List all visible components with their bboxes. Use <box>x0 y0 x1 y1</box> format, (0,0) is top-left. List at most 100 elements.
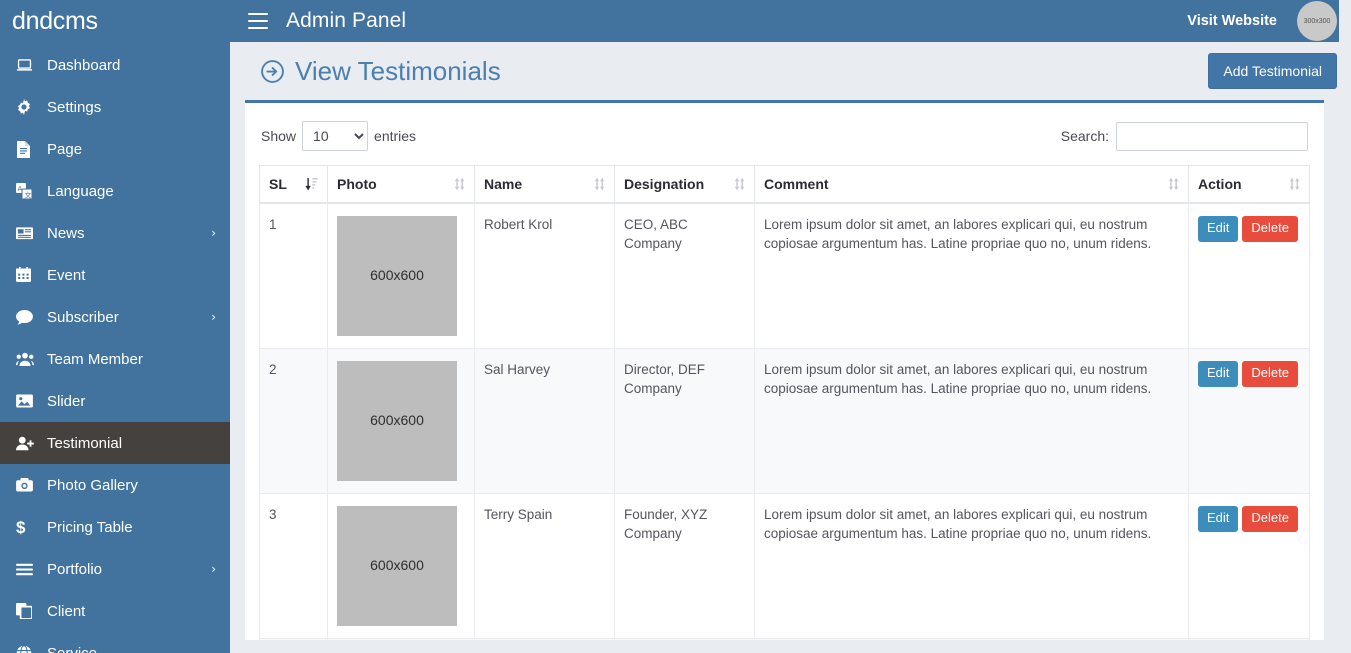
chevron-right-icon: › <box>211 562 216 576</box>
svg-text:文: 文 <box>24 190 31 199</box>
sidebar-item-settings[interactable]: Settings <box>0 86 230 128</box>
chevron-right-icon: › <box>211 310 216 324</box>
hamburger-icon[interactable] <box>248 13 268 29</box>
sidebar-item-news[interactable]: News › <box>0 212 230 254</box>
comment-icon <box>16 309 40 325</box>
table-row: 3 600x600 Terry Spain Founder, XYZ Company L… <box>259 493 1310 639</box>
cell-designation: CEO, AAA <box>614 638 755 640</box>
page-scrollbar[interactable] <box>1339 0 1351 653</box>
cell-name: Sal Harvey <box>474 348 615 494</box>
testimonials-card: Show 102550100 entries Search: <box>245 100 1324 640</box>
entries-label: Show 102550100 entries <box>261 121 416 151</box>
cell-action: EditDelete <box>1188 348 1310 494</box>
sidebar-item-event[interactable]: Event <box>0 254 230 296</box>
sidebar-item-label: News <box>47 224 85 242</box>
sidebar-item-dashboard[interactable]: Dashboard <box>0 44 230 86</box>
cell-name: Robert Krol <box>474 202 615 349</box>
column-header-designation[interactable]: Designation <box>614 165 755 204</box>
column-header-label: Name <box>484 176 523 192</box>
sort-icon[interactable] <box>734 177 745 191</box>
column-header-label: Designation <box>624 176 705 192</box>
sort-icon[interactable] <box>454 177 465 191</box>
sidebar-item-slider[interactable]: Slider <box>0 380 230 422</box>
column-header-comment[interactable]: Comment <box>754 165 1189 204</box>
sidebar-item-language[interactable]: A 文 Language <box>0 170 230 212</box>
entries-text: entries <box>374 128 417 144</box>
sidebar-item-service[interactable]: Service <box>0 632 230 653</box>
topbar: Admin Panel Visit Website 300x300 <box>230 0 1351 42</box>
cell-designation: Founder, XYZ Company <box>614 493 755 639</box>
search-label: Search: <box>1060 128 1109 144</box>
cell-designation: Director, DEF Company <box>614 348 755 494</box>
sidebar-item-subscriber[interactable]: Subscriber › <box>0 296 230 338</box>
file-icon <box>16 140 40 158</box>
search-input[interactable] <box>1116 121 1308 151</box>
topbar-right: Visit Website 300x300 <box>1187 1 1337 41</box>
search-filter: Search: <box>1060 121 1308 151</box>
column-header-action[interactable]: Action <box>1188 165 1310 204</box>
dollar-icon: $ <box>16 519 40 536</box>
sort-icon[interactable] <box>594 177 605 191</box>
column-header-photo[interactable]: Photo <box>327 165 475 204</box>
sort-icon[interactable] <box>1289 177 1300 191</box>
show-text: Show <box>261 128 297 144</box>
sidebar-item-page[interactable]: Page <box>0 128 230 170</box>
testimonials-table: SL Photo Name Designation Comment Action 1 600… <box>259 165 1310 640</box>
column-header-name[interactable]: Name <box>474 165 615 204</box>
sidebar-item-label: Portfolio <box>47 560 103 578</box>
avatar[interactable]: 300x300 <box>1297 1 1337 41</box>
copy-icon <box>16 603 40 619</box>
sidebar-item-client[interactable]: Client <box>0 590 230 632</box>
cell-comment: Lorem ipsum dolor sit amet, an labores e… <box>754 493 1189 639</box>
testimonial-photo: 600x600 <box>337 216 457 336</box>
sidebar-item-label: Team Member <box>47 350 143 368</box>
column-header-label: Comment <box>764 176 829 192</box>
column-header-sl[interactable]: SL <box>259 165 328 204</box>
cell-sl: 3 <box>259 493 328 639</box>
sidebar-item-label: Testimonial <box>47 434 123 452</box>
sidebar-item-photo-gallery[interactable]: Photo Gallery <box>0 464 230 506</box>
sidebar-item-portfolio[interactable]: Portfolio › <box>0 548 230 590</box>
calendar-icon <box>16 267 40 283</box>
main-area: Admin Panel Visit Website 300x300 View T… <box>230 0 1351 653</box>
cell-photo: 600x600 <box>327 493 475 639</box>
topbar-title: Admin Panel <box>286 9 407 32</box>
sidebar-item-label: Client <box>47 602 86 620</box>
cell-photo: 600x600 <box>327 638 475 640</box>
cell-photo: 600x600 <box>327 348 475 494</box>
page-header: View Testimonials Add Testimonial <box>230 42 1351 100</box>
sort-active-icon[interactable] <box>305 177 318 191</box>
edit-button[interactable]: Edit <box>1198 216 1239 242</box>
sidebar-item-label: Slider <box>47 392 86 410</box>
avatar-placeholder-text: 300x300 <box>1303 17 1331 25</box>
table-row: 1 600x600 Robert Krol CEO, ABC Company Lorem… <box>259 202 1310 349</box>
chevron-right-icon: › <box>211 226 216 240</box>
entries-per-page-select[interactable]: 102550100 <box>302 121 369 151</box>
gear-icon <box>16 99 40 115</box>
edit-button[interactable]: Edit <box>1198 361 1239 387</box>
page-title-text: View Testimonials <box>295 55 501 86</box>
globe-icon <box>16 645 40 653</box>
edit-button[interactable]: Edit <box>1198 506 1239 532</box>
svg-text:$: $ <box>16 519 26 536</box>
sidebar-item-pricing-table[interactable]: $ Pricing Table <box>0 506 230 548</box>
add-testimonial-button[interactable]: Add Testimonial <box>1208 53 1337 89</box>
svg-text:A: A <box>18 186 23 193</box>
image-icon <box>16 394 40 408</box>
sidebar: dndcms Dashboard Settings Page A 文 Language Ne… <box>0 0 230 653</box>
sidebar-item-label: Pricing Table <box>47 518 133 536</box>
sidebar-item-team-member[interactable]: Team Member <box>0 338 230 380</box>
arrow-circle-right-icon <box>260 59 285 84</box>
delete-button[interactable]: Delete <box>1242 506 1298 532</box>
delete-button[interactable]: Delete <box>1242 216 1298 242</box>
sort-icon[interactable] <box>1168 177 1179 191</box>
card-body: Show 102550100 entries Search: <box>245 103 1324 640</box>
sidebar-item-testimonial[interactable]: Testimonial <box>0 422 230 464</box>
sidebar-item-label: Page <box>47 140 83 158</box>
cell-sl: 4 <box>259 638 328 640</box>
sidebar-item-label: Subscriber <box>47 308 119 326</box>
brand-logo[interactable]: dndcms <box>0 0 230 42</box>
visit-website-link[interactable]: Visit Website <box>1187 13 1277 29</box>
delete-button[interactable]: Delete <box>1242 361 1298 387</box>
camera-icon <box>16 478 40 492</box>
